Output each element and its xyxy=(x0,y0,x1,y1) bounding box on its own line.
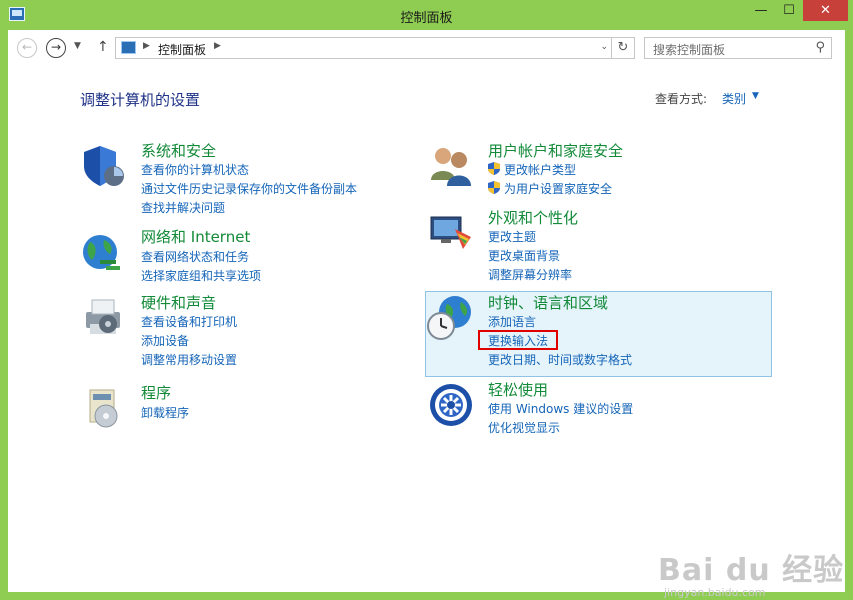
watermark: Bai du 经验 xyxy=(658,553,845,588)
link-date-time-format[interactable]: 更改日期、时间或数字格式 xyxy=(488,351,632,368)
control-panel-window: 控制面板 — ☐ ✕ ← → ▼ ↑ ▶ 控制面板 ▶ ⌄ ↻ 搜索控制面板 ⚲… xyxy=(0,0,853,600)
clock-globe-icon xyxy=(427,296,471,340)
link-change-theme[interactable]: 更改主题 xyxy=(488,228,536,245)
back-button[interactable]: ← xyxy=(17,38,37,58)
link-mobility-settings[interactable]: 调整常用移动设置 xyxy=(141,351,237,368)
link-uninstall-program[interactable]: 卸载程序 xyxy=(141,404,189,421)
maximize-button[interactable]: ☐ xyxy=(776,0,802,21)
link-troubleshoot[interactable]: 查找并解决问题 xyxy=(141,199,225,216)
chevron-right-icon[interactable]: ▶ xyxy=(214,41,221,51)
link-add-device[interactable]: 添加设备 xyxy=(141,332,189,349)
programs-icon xyxy=(89,389,118,428)
up-arrow-icon[interactable]: ↑ xyxy=(97,39,109,55)
printer-icon xyxy=(86,299,120,334)
network-globe-icon xyxy=(83,235,120,270)
category-title[interactable]: 用户帐户和家庭安全 xyxy=(488,140,623,161)
recent-locations-icon[interactable]: ▼ xyxy=(74,41,81,51)
search-icon[interactable]: ⚲ xyxy=(815,40,825,55)
link-optimize-display[interactable]: 优化视觉显示 xyxy=(488,419,560,436)
breadcrumb[interactable]: 控制面板 xyxy=(158,41,206,58)
client-area: ← → ▼ ↑ ▶ 控制面板 ▶ ⌄ ↻ 搜索控制面板 ⚲ 调整计算机的设置 查… xyxy=(8,30,845,599)
link-file-history[interactable]: 通过文件历史记录保存你的文件备份副本 xyxy=(141,180,357,197)
category-title[interactable]: 轻松使用 xyxy=(488,379,548,400)
uac-shield-icon xyxy=(488,162,500,175)
category-user-accounts: 用户帐户和家庭安全 更改帐户类型 为用户设置家庭安全 xyxy=(427,140,767,200)
category-title[interactable]: 网络和 Internet xyxy=(141,226,250,247)
uac-shield-icon xyxy=(488,181,500,194)
category-title[interactable]: 系统和安全 xyxy=(141,140,216,161)
shield-icon xyxy=(84,146,124,186)
chevron-down-icon[interactable]: ⌄ xyxy=(600,42,608,52)
link-check-status[interactable]: 查看你的计算机状态 xyxy=(141,161,249,178)
annotation-highlight-box xyxy=(478,330,558,350)
category-title[interactable]: 时钟、语言和区域 xyxy=(488,292,608,313)
category-title[interactable]: 硬件和声音 xyxy=(141,292,216,313)
accessibility-icon xyxy=(430,384,472,426)
link-family-safety[interactable]: 为用户设置家庭安全 xyxy=(504,180,612,197)
title-bar: 控制面板 — ☐ ✕ xyxy=(0,0,853,30)
minimize-button[interactable]: — xyxy=(747,0,775,21)
users-icon xyxy=(431,148,471,186)
category-title[interactable]: 外观和个性化 xyxy=(488,207,578,228)
link-devices-printers[interactable]: 查看设备和打印机 xyxy=(141,313,237,330)
appearance-icon xyxy=(430,216,471,249)
chevron-down-icon[interactable]: ▼ xyxy=(752,91,759,101)
link-desktop-background[interactable]: 更改桌面背景 xyxy=(488,247,560,264)
watermark-url: jingyan.baidu.com xyxy=(664,586,766,599)
category-appearance: 外观和个性化 更改主题 更改桌面背景 调整屏幕分辨率 xyxy=(427,207,767,287)
page-title: 调整计算机的设置 xyxy=(80,91,201,109)
view-by-label: 查看方式: xyxy=(655,92,708,106)
control-panel-icon xyxy=(121,41,136,54)
search-input[interactable]: 搜索控制面板 ⚲ xyxy=(644,37,832,59)
link-homegroup[interactable]: 选择家庭组和共享选项 xyxy=(141,267,261,284)
category-hardware-sound: 硬件和声音 查看设备和打印机 添加设备 调整常用移动设置 xyxy=(80,292,400,372)
category-network-internet: 网络和 Internet 查看网络状态和任务 选择家庭组和共享选项 xyxy=(80,226,400,286)
chevron-right-icon[interactable]: ▶ xyxy=(143,41,150,51)
window-title: 控制面板 xyxy=(400,11,453,26)
view-by-dropdown[interactable]: 类别 xyxy=(722,90,746,107)
refresh-button[interactable]: ↻ xyxy=(611,38,634,58)
category-programs: 程序 卸载程序 xyxy=(80,382,400,432)
link-change-account-type[interactable]: 更改帐户类型 xyxy=(504,161,576,178)
category-ease-of-access: 轻松使用 使用 Windows 建议的设置 优化视觉显示 xyxy=(427,379,767,439)
search-placeholder: 搜索控制面板 xyxy=(653,43,726,57)
link-add-language[interactable]: 添加语言 xyxy=(488,313,536,330)
forward-button[interactable]: → xyxy=(46,38,66,58)
link-network-status[interactable]: 查看网络状态和任务 xyxy=(141,248,249,265)
address-bar[interactable]: ▶ 控制面板 ▶ ⌄ ↻ xyxy=(115,37,635,59)
link-screen-resolution[interactable]: 调整屏幕分辨率 xyxy=(488,266,572,283)
close-button[interactable]: ✕ xyxy=(803,0,848,21)
navigation-bar: ← → ▼ ↑ ▶ 控制面板 ▶ ⌄ ↻ 搜索控制面板 ⚲ xyxy=(8,30,845,68)
category-title[interactable]: 程序 xyxy=(141,382,171,403)
link-windows-recommended[interactable]: 使用 Windows 建议的设置 xyxy=(488,400,633,417)
category-system-security: 系统和安全 查看你的计算机状态 通过文件历史记录保存你的文件备份副本 查找并解决… xyxy=(80,140,400,220)
